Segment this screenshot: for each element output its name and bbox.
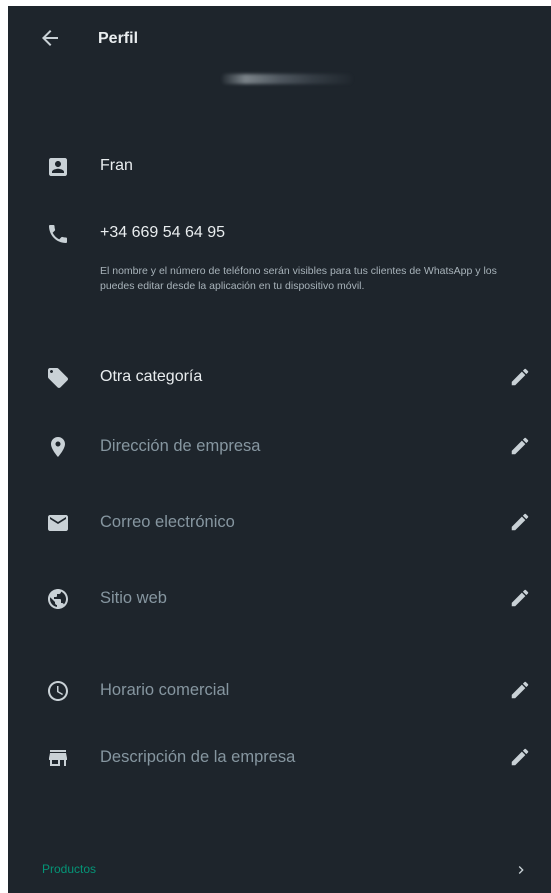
edit-description-pencil-icon[interactable] — [509, 746, 531, 768]
address-label: Dirección de empresa — [100, 437, 261, 455]
clock-icon — [46, 679, 70, 703]
website-row[interactable]: Sitio web — [8, 579, 551, 619]
phone-icon — [46, 222, 70, 246]
phone-number: +34 669 54 64 95 — [100, 224, 226, 241]
store-icon — [46, 746, 70, 770]
header: Perfil — [8, 6, 551, 68]
description-label: Descripción de la empresa — [100, 748, 296, 766]
description-row[interactable]: Descripción de la empresa — [8, 738, 551, 778]
hours-row[interactable]: Horario comercial — [8, 671, 551, 711]
edit-hours-pencil-icon[interactable] — [509, 679, 531, 701]
email-label: Correo electrónico — [100, 513, 235, 531]
page-title: Perfil — [98, 30, 139, 47]
tag-icon — [46, 366, 70, 390]
back-arrow-icon[interactable] — [38, 26, 62, 50]
phone-row: +34 669 54 64 95 — [8, 214, 551, 254]
name-row: Fran — [8, 147, 551, 187]
category-row[interactable]: Otra categoría — [8, 358, 551, 398]
category-label: Otra categoría — [100, 368, 203, 385]
email-row[interactable]: Correo electrónico — [8, 503, 551, 543]
edit-email-pencil-icon[interactable] — [509, 511, 531, 533]
address-row[interactable]: Dirección de empresa — [8, 427, 551, 467]
email-icon — [46, 511, 70, 535]
edit-website-pencil-icon[interactable] — [509, 587, 531, 609]
business-name: Fran — [100, 157, 133, 174]
visibility-note: El nombre y el número de teléfono serán … — [100, 265, 497, 292]
hours-label: Horario comercial — [100, 681, 230, 699]
chevron-right-icon — [513, 862, 529, 878]
products-row[interactable]: Productos — [8, 856, 551, 886]
contact-card-icon — [46, 155, 70, 179]
location-pin-icon — [46, 435, 70, 459]
edit-category-pencil-icon[interactable] — [509, 366, 531, 388]
website-label: Sitio web — [100, 589, 167, 607]
products-label: Productos — [42, 862, 97, 876]
edit-address-pencil-icon[interactable] — [509, 435, 531, 457]
profile-photo[interactable] — [222, 74, 352, 84]
business-profile-screen: Perfil Fran +34 669 54 64 95 El nombre y… — [8, 6, 551, 893]
globe-icon — [46, 587, 70, 611]
